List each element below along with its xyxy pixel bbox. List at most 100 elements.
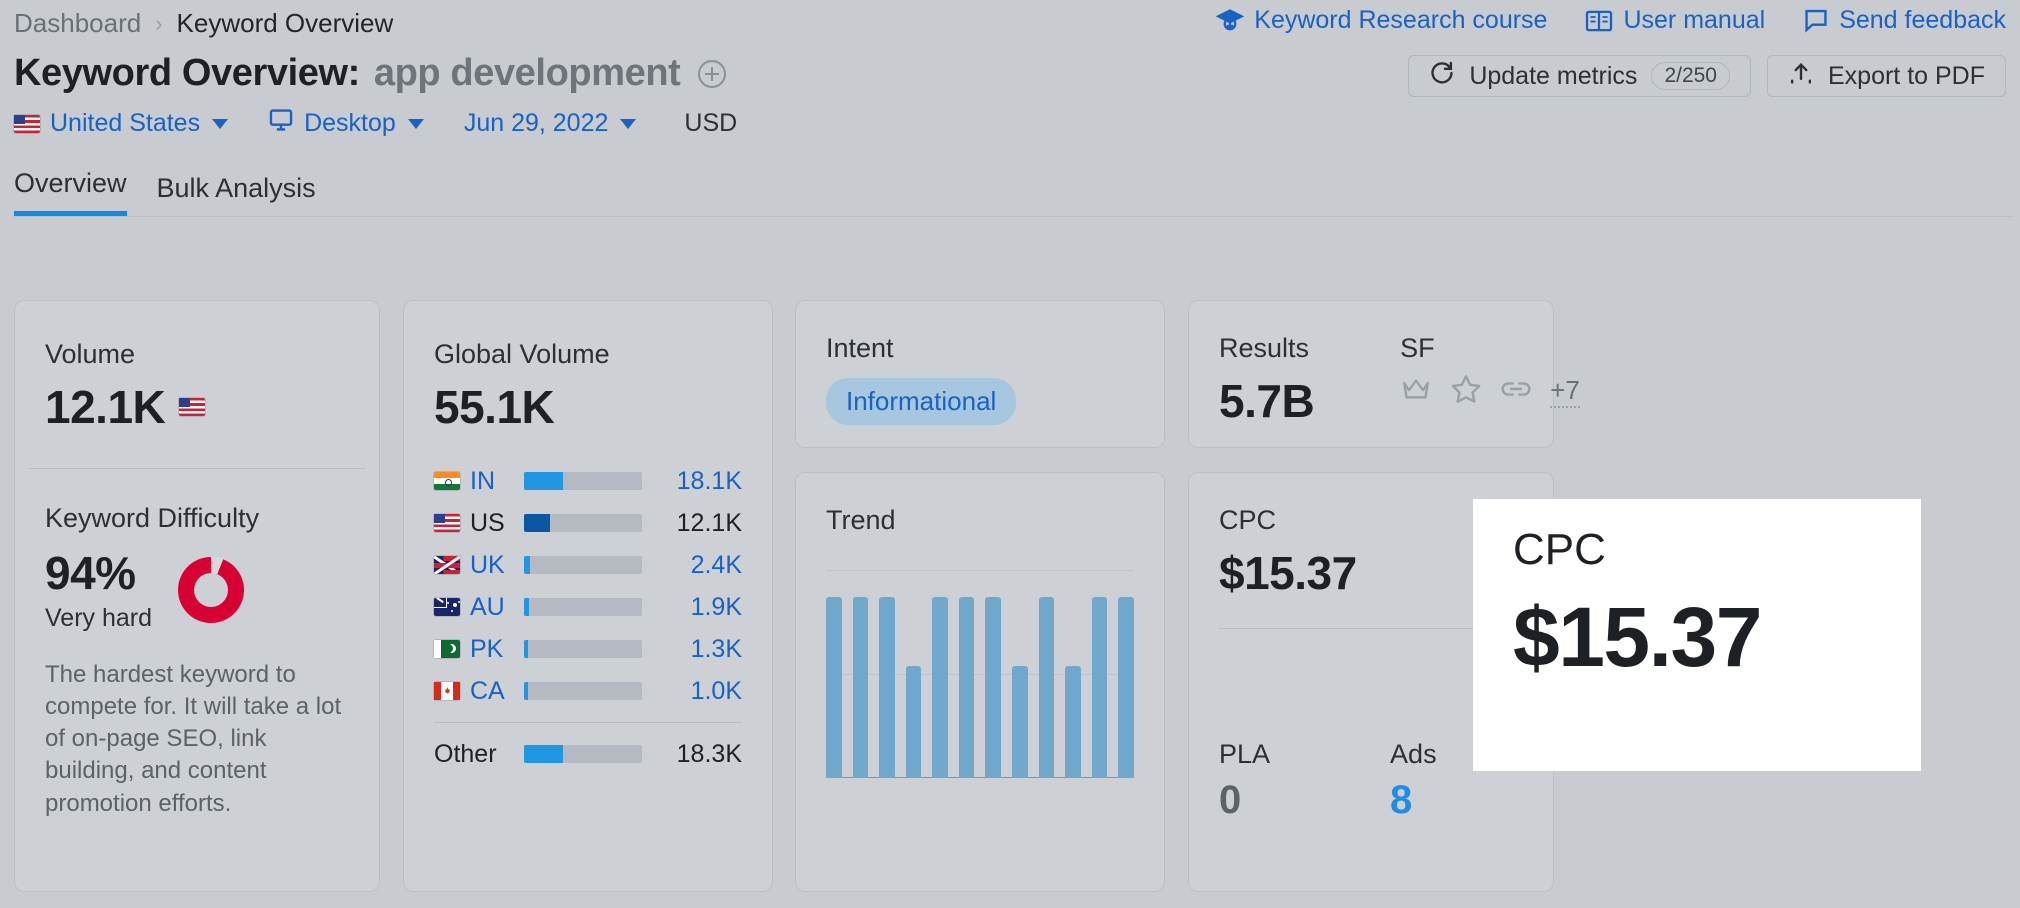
global-volume-row[interactable]: UK 2.4K [434, 544, 742, 586]
send-feedback-link[interactable]: Send feedback [1803, 6, 2006, 35]
country-code-label: US [470, 508, 505, 537]
us-flag-icon [179, 398, 206, 416]
country-code-label: CA [470, 676, 505, 705]
country-code-label: AU [470, 592, 505, 621]
trend-bar [1065, 665, 1081, 778]
update-metrics-label: Update metrics [1469, 61, 1638, 90]
intent-chip[interactable]: Informational [826, 378, 1017, 425]
country-volume-bar [524, 472, 642, 490]
global-volume-other-label: Other [434, 739, 497, 768]
country-code-label: UK [470, 550, 505, 579]
page-title-prefix: Keyword Overview: [14, 52, 360, 94]
intent-card: Intent Informational [795, 300, 1165, 448]
country-volume-bar [524, 556, 642, 574]
chevron-down-icon [212, 118, 229, 129]
keyword-difficulty-donut [178, 556, 245, 623]
ads-value[interactable]: 8 [1390, 778, 1437, 823]
date-filter[interactable]: Jun 29, 2022 [464, 109, 637, 138]
trend-chart [826, 570, 1134, 778]
global-volume-row[interactable]: AU 1.9K [434, 586, 742, 628]
global-volume-row[interactable]: IN 18.1K [434, 460, 742, 502]
in-flag-icon [434, 472, 460, 490]
page-title-keyword: app development [373, 52, 681, 94]
crown-icon[interactable] [1400, 376, 1432, 407]
global-volume-row[interactable]: US 12.1K [434, 502, 742, 544]
user-manual-label: User manual [1623, 6, 1766, 34]
country-volume-bar [524, 514, 642, 532]
trend-card: Trend [795, 472, 1165, 892]
country-code-uk[interactable]: UK [434, 551, 508, 580]
volume-card: Volume 12.1K Keyword Difficulty 94% Very… [14, 300, 380, 892]
breadcrumb-separator-icon: › [155, 10, 163, 36]
trend-label: Trend [826, 505, 896, 535]
filter-bar: United States Desktop Jun 29, 2022 USD [14, 108, 737, 139]
keyword-difficulty-value: 94% [45, 547, 136, 599]
plus-circle-icon[interactable] [698, 59, 727, 88]
keyword-research-course-link[interactable]: Keyword Research course [1216, 6, 1547, 35]
global-volume-other-bar [524, 745, 642, 763]
device-filter[interactable]: Desktop [268, 108, 424, 139]
keyword-research-course-label: Keyword Research course [1254, 6, 1548, 34]
user-manual-link[interactable]: User manual [1585, 6, 1765, 35]
trend-bar [1118, 597, 1134, 778]
cpc-zoom-overlay: CPC $15.37 [1473, 499, 1921, 771]
country-code-us[interactable]: US [434, 509, 508, 538]
country-filter[interactable]: United States [14, 109, 229, 138]
country-code-pk[interactable]: PK [434, 635, 508, 664]
global-volume-other-value: 18.3K [676, 739, 742, 768]
graduation-cap-icon [1216, 8, 1245, 34]
country-volume-value: 1.0K [690, 676, 742, 705]
book-icon [1585, 9, 1613, 33]
update-metrics-button[interactable]: Update metrics 2/250 [1408, 55, 1751, 97]
sf-label: SF [1400, 333, 1435, 363]
link-icon[interactable] [1500, 379, 1532, 404]
keyword-difficulty-label: Keyword Difficulty [45, 503, 260, 533]
cpc-overlay-label: CPC [1513, 525, 1606, 574]
trend-bar [958, 597, 975, 778]
country-volume-value: 12.1K [676, 508, 742, 537]
tab-bar: Overview Bulk Analysis [14, 168, 316, 216]
trend-bar [1091, 597, 1108, 778]
date-filter-label: Jun 29, 2022 [463, 109, 609, 137]
device-filter-label: Desktop [304, 109, 396, 137]
trend-bar [985, 597, 1002, 778]
monitor-icon [268, 108, 294, 139]
upload-icon [1788, 60, 1814, 93]
country-filter-label: United States [50, 109, 201, 137]
trend-bar [852, 597, 869, 778]
star-icon[interactable] [1450, 374, 1482, 409]
breadcrumb-dashboard-link[interactable]: Dashboard [14, 8, 141, 39]
trend-bar [905, 665, 922, 778]
pla-label: PLA [1219, 739, 1271, 769]
volume-label: Volume [45, 339, 136, 369]
keyword-difficulty-word: Very hard [45, 604, 153, 632]
global-volume-value: 55.1K [434, 381, 555, 433]
speech-bubble-icon [1803, 8, 1829, 33]
global-volume-row[interactable]: PK 1.3K [434, 628, 742, 670]
results-label: Results [1219, 333, 1310, 363]
global-volume-label: Global Volume [434, 339, 610, 369]
ca-flag-icon [434, 682, 460, 700]
au-flag-icon [434, 598, 460, 616]
us-flag-icon [14, 114, 40, 133]
country-code-label: IN [470, 466, 495, 495]
breadcrumb: Dashboard › Keyword Overview [14, 8, 393, 39]
global-volume-card: Global Volume 55.1K IN 18.1K US 12.1K UK 2.4K… [403, 300, 773, 892]
country-volume-value: 1.9K [690, 592, 742, 621]
country-code-label: PK [470, 634, 504, 663]
chevron-down-icon [407, 118, 424, 129]
tab-overview[interactable]: Overview [14, 168, 127, 216]
pla-value: 0 [1219, 778, 1242, 822]
ads-label: Ads [1390, 739, 1437, 769]
country-volume-value: 1.3K [690, 634, 742, 663]
sf-more-link[interactable]: +7 [1550, 375, 1580, 408]
global-volume-row[interactable]: CA 1.0K [434, 670, 742, 712]
tab-bulk-analysis[interactable]: Bulk Analysis [157, 173, 316, 216]
country-code-au[interactable]: AU [434, 593, 508, 622]
results-card: Results 5.7B SF +7 [1188, 300, 1580, 448]
trend-bar [1012, 665, 1028, 778]
country-code-in[interactable]: IN [434, 467, 508, 496]
country-code-ca[interactable]: CA [434, 677, 508, 706]
update-metrics-count: 2/250 [1651, 62, 1730, 90]
export-to-pdf-button[interactable]: Export to PDF [1767, 55, 2006, 97]
